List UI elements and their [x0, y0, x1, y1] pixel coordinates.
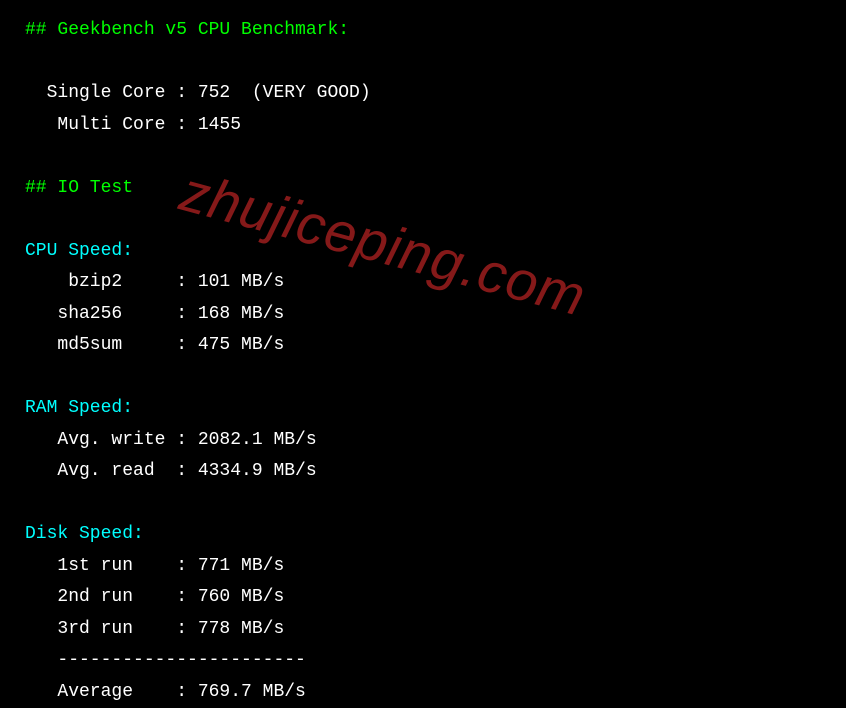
- sha256-label: sha256 :: [25, 304, 198, 324]
- md5sum-label: md5sum :: [25, 335, 198, 355]
- multi-core-label: Multi Core :: [25, 115, 198, 135]
- disk-run1-label: 1st run :: [25, 556, 198, 576]
- single-core-row: Single Core : 752 (VERY GOOD): [25, 78, 821, 110]
- blank-line: [25, 362, 821, 394]
- bzip2-value: 101 MB/s: [198, 272, 284, 292]
- disk-run3-value: 778 MB/s: [198, 619, 284, 639]
- ram-write-row: Avg. write : 2082.1 MB/s: [25, 425, 821, 457]
- cpu-speed-header: CPU Speed:: [25, 236, 821, 268]
- multi-core-row: Multi Core : 1455: [25, 110, 821, 142]
- multi-core-value: 1455: [198, 115, 241, 135]
- blank-line: [25, 47, 821, 79]
- geekbench-header: ## Geekbench v5 CPU Benchmark:: [25, 15, 821, 47]
- ram-read-value: 4334.9 MB/s: [198, 461, 317, 481]
- disk-separator: -----------------------: [25, 645, 821, 677]
- ram-read-label: Avg. read :: [25, 461, 198, 481]
- disk-run2-row: 2nd run : 760 MB/s: [25, 582, 821, 614]
- ram-speed-header: RAM Speed:: [25, 393, 821, 425]
- disk-average-value: 769.7 MB/s: [198, 682, 306, 702]
- disk-run1-value: 771 MB/s: [198, 556, 284, 576]
- disk-run3-label: 3rd run :: [25, 619, 198, 639]
- disk-run1-row: 1st run : 771 MB/s: [25, 551, 821, 583]
- md5sum-value: 475 MB/s: [198, 335, 284, 355]
- disk-run2-value: 760 MB/s: [198, 587, 284, 607]
- blank-line: [25, 488, 821, 520]
- disk-run3-row: 3rd run : 778 MB/s: [25, 614, 821, 646]
- ram-read-row: Avg. read : 4334.9 MB/s: [25, 456, 821, 488]
- blank-line: [25, 141, 821, 173]
- disk-speed-header: Disk Speed:: [25, 519, 821, 551]
- ram-write-label: Avg. write :: [25, 430, 198, 450]
- single-core-label: Single Core :: [25, 83, 198, 103]
- io-test-header: ## IO Test: [25, 173, 821, 205]
- disk-run2-label: 2nd run :: [25, 587, 198, 607]
- single-core-value: 752 (VERY GOOD): [198, 83, 371, 103]
- sha256-value: 168 MB/s: [198, 304, 284, 324]
- disk-average-label: Average :: [25, 682, 198, 702]
- sha256-row: sha256 : 168 MB/s: [25, 299, 821, 331]
- md5sum-row: md5sum : 475 MB/s: [25, 330, 821, 362]
- disk-average-row: Average : 769.7 MB/s: [25, 677, 821, 708]
- ram-write-value: 2082.1 MB/s: [198, 430, 317, 450]
- blank-line: [25, 204, 821, 236]
- bzip2-label: bzip2 :: [25, 272, 198, 292]
- bzip2-row: bzip2 : 101 MB/s: [25, 267, 821, 299]
